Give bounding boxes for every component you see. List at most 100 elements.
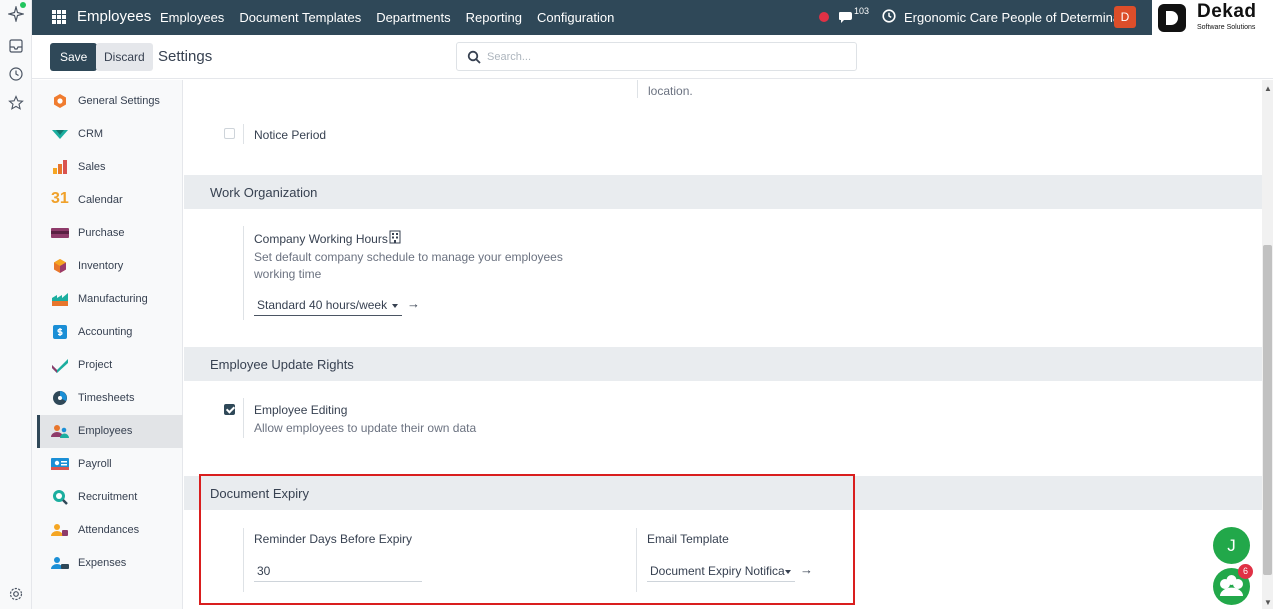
sidebar-item-label: Project [78, 359, 113, 371]
scrollbar[interactable]: ▲ ▼ [1262, 80, 1273, 609]
divider [243, 124, 244, 144]
section-title: Document Expiry [210, 486, 309, 501]
working-hours-help: Set default company schedule to manage y… [254, 250, 563, 281]
sidebar-item-label: Sales [78, 161, 106, 173]
sidebar-item-accounting[interactable]: Accounting [37, 316, 183, 349]
chat-icon[interactable] [838, 9, 854, 25]
employees-icon [51, 425, 69, 438]
payroll-icon [51, 458, 69, 470]
sidebar-item-label: Employees [78, 425, 133, 437]
settings-sidebar: General Settings CRM Sales 31 Calendar P… [32, 80, 183, 609]
email-template-label: Email Template [647, 532, 729, 546]
brand-mark-icon [1158, 4, 1186, 32]
reminder-days-input[interactable]: 30 [254, 560, 422, 582]
sidebar-item-calendar[interactable]: 31 Calendar [37, 184, 183, 217]
sidebar-item-payroll[interactable]: Payroll [37, 448, 183, 481]
sidebar-item-purchase[interactable]: Purchase [37, 217, 183, 250]
sidebar-item-general-settings[interactable]: General Settings [37, 85, 183, 118]
top-navbar: Employees Employees Document Templates D… [32, 0, 1273, 35]
save-button[interactable]: Save [50, 43, 98, 71]
working-hours-value: Standard 40 hours/week [257, 298, 388, 312]
sidebar-item-timesheets[interactable]: Timesheets [37, 382, 183, 415]
brand-name: Dekad [1197, 1, 1257, 22]
company-switcher[interactable]: Ergonomic Care People of Determina... [904, 10, 1131, 25]
sparkle-icon[interactable] [8, 6, 24, 22]
app-grid-icon[interactable] [51, 9, 67, 25]
menu-employees[interactable]: Employees [160, 10, 224, 25]
manufacturing-icon [52, 293, 68, 306]
left-rail [0, 0, 32, 609]
sidebar-item-label: Timesheets [78, 392, 135, 404]
employee-editing-checkbox[interactable] [224, 404, 235, 415]
chevron-down-icon [392, 304, 398, 308]
notice-period-label: Notice Period [254, 128, 327, 142]
working-hours-select[interactable]: Standard 40 hours/week [254, 294, 402, 316]
inbox-icon[interactable] [8, 38, 24, 54]
general-settings-icon [54, 94, 66, 108]
notice-period-checkbox[interactable] [224, 128, 235, 139]
attendances-icon [51, 524, 68, 536]
menu-configuration[interactable]: Configuration [537, 10, 614, 25]
brand-tagline: Software Solutions [1197, 24, 1256, 31]
sidebar-item-recruitment[interactable]: Recruitment [37, 481, 183, 514]
expenses-icon [51, 557, 69, 569]
chatbot-button[interactable]: 6 [1213, 564, 1253, 605]
notification-badge: 6 [1238, 564, 1253, 579]
discard-button[interactable]: Discard [96, 43, 153, 71]
sidebar-item-attendances[interactable]: Attendances [37, 514, 183, 547]
sidebar-item-label: Calendar [78, 194, 123, 206]
working-hours-label: Company Working Hours [254, 232, 388, 246]
status-dot [20, 2, 26, 8]
sales-icon [53, 160, 67, 174]
sidebar-item-manufacturing[interactable]: Manufacturing [37, 283, 183, 316]
menu-reporting[interactable]: Reporting [466, 10, 522, 25]
sidebar-item-label: Expenses [78, 557, 127, 569]
sidebar-item-label: Accounting [78, 326, 133, 338]
sidebar-item-crm[interactable]: CRM [37, 118, 183, 151]
control-panel: Save Discard Settings [32, 35, 1273, 79]
brand-logo: Dekad Software Solutions [1152, 0, 1273, 35]
divider [243, 528, 244, 592]
divider [637, 80, 638, 98]
employee-editing-help: Allow employees to update their own data [254, 421, 477, 435]
chat-avatar-button[interactable]: J [1213, 527, 1250, 564]
sidebar-item-label: Purchase [78, 227, 125, 239]
divider [636, 528, 637, 592]
arrow-right-icon[interactable]: → [800, 562, 813, 577]
recruitment-icon [53, 490, 68, 505]
history-icon[interactable] [8, 66, 24, 82]
divider [243, 398, 244, 438]
email-template-select[interactable]: Document Expiry Notifica [647, 560, 795, 582]
app-name[interactable]: Employees [77, 8, 151, 25]
employee-editing-label: Employee Editing [254, 403, 348, 417]
sidebar-item-sales[interactable]: Sales [37, 151, 183, 184]
sidebar-item-label: Manufacturing [78, 293, 148, 305]
menu-departments[interactable]: Departments [376, 10, 450, 25]
sidebar-item-employees[interactable]: Employees [37, 415, 183, 448]
clock-icon[interactable] [882, 9, 896, 23]
star-icon[interactable] [8, 95, 24, 111]
reminder-days-value: 30 [257, 564, 271, 578]
scroll-up-icon[interactable]: ▲ [1264, 84, 1272, 93]
scrollbar-thumb[interactable] [1263, 245, 1272, 575]
recording-indicator[interactable] [819, 12, 829, 22]
project-icon [52, 359, 68, 373]
search-icon [467, 50, 481, 64]
sidebar-item-project[interactable]: Project [37, 349, 183, 382]
sidebar-item-expenses[interactable]: Expenses [37, 547, 183, 580]
page-title: Settings [158, 48, 213, 65]
inventory-icon [54, 259, 66, 273]
search-input[interactable] [487, 48, 847, 66]
menu-document-templates[interactable]: Document Templates [239, 10, 361, 25]
scroll-down-icon[interactable]: ▼ [1264, 598, 1272, 607]
arrow-right-icon[interactable]: → [407, 296, 420, 311]
timesheets-icon [53, 391, 67, 405]
sidebar-item-label: Payroll [78, 458, 112, 470]
user-avatar[interactable]: D [1114, 6, 1136, 28]
sidebar-item-inventory[interactable]: Inventory [37, 250, 183, 283]
chevron-down-icon [785, 570, 791, 574]
section-document-expiry: Document Expiry [184, 476, 1262, 510]
search-box[interactable] [456, 42, 857, 71]
gear-icon[interactable] [8, 586, 24, 602]
sidebar-item-label: Attendances [78, 524, 140, 536]
